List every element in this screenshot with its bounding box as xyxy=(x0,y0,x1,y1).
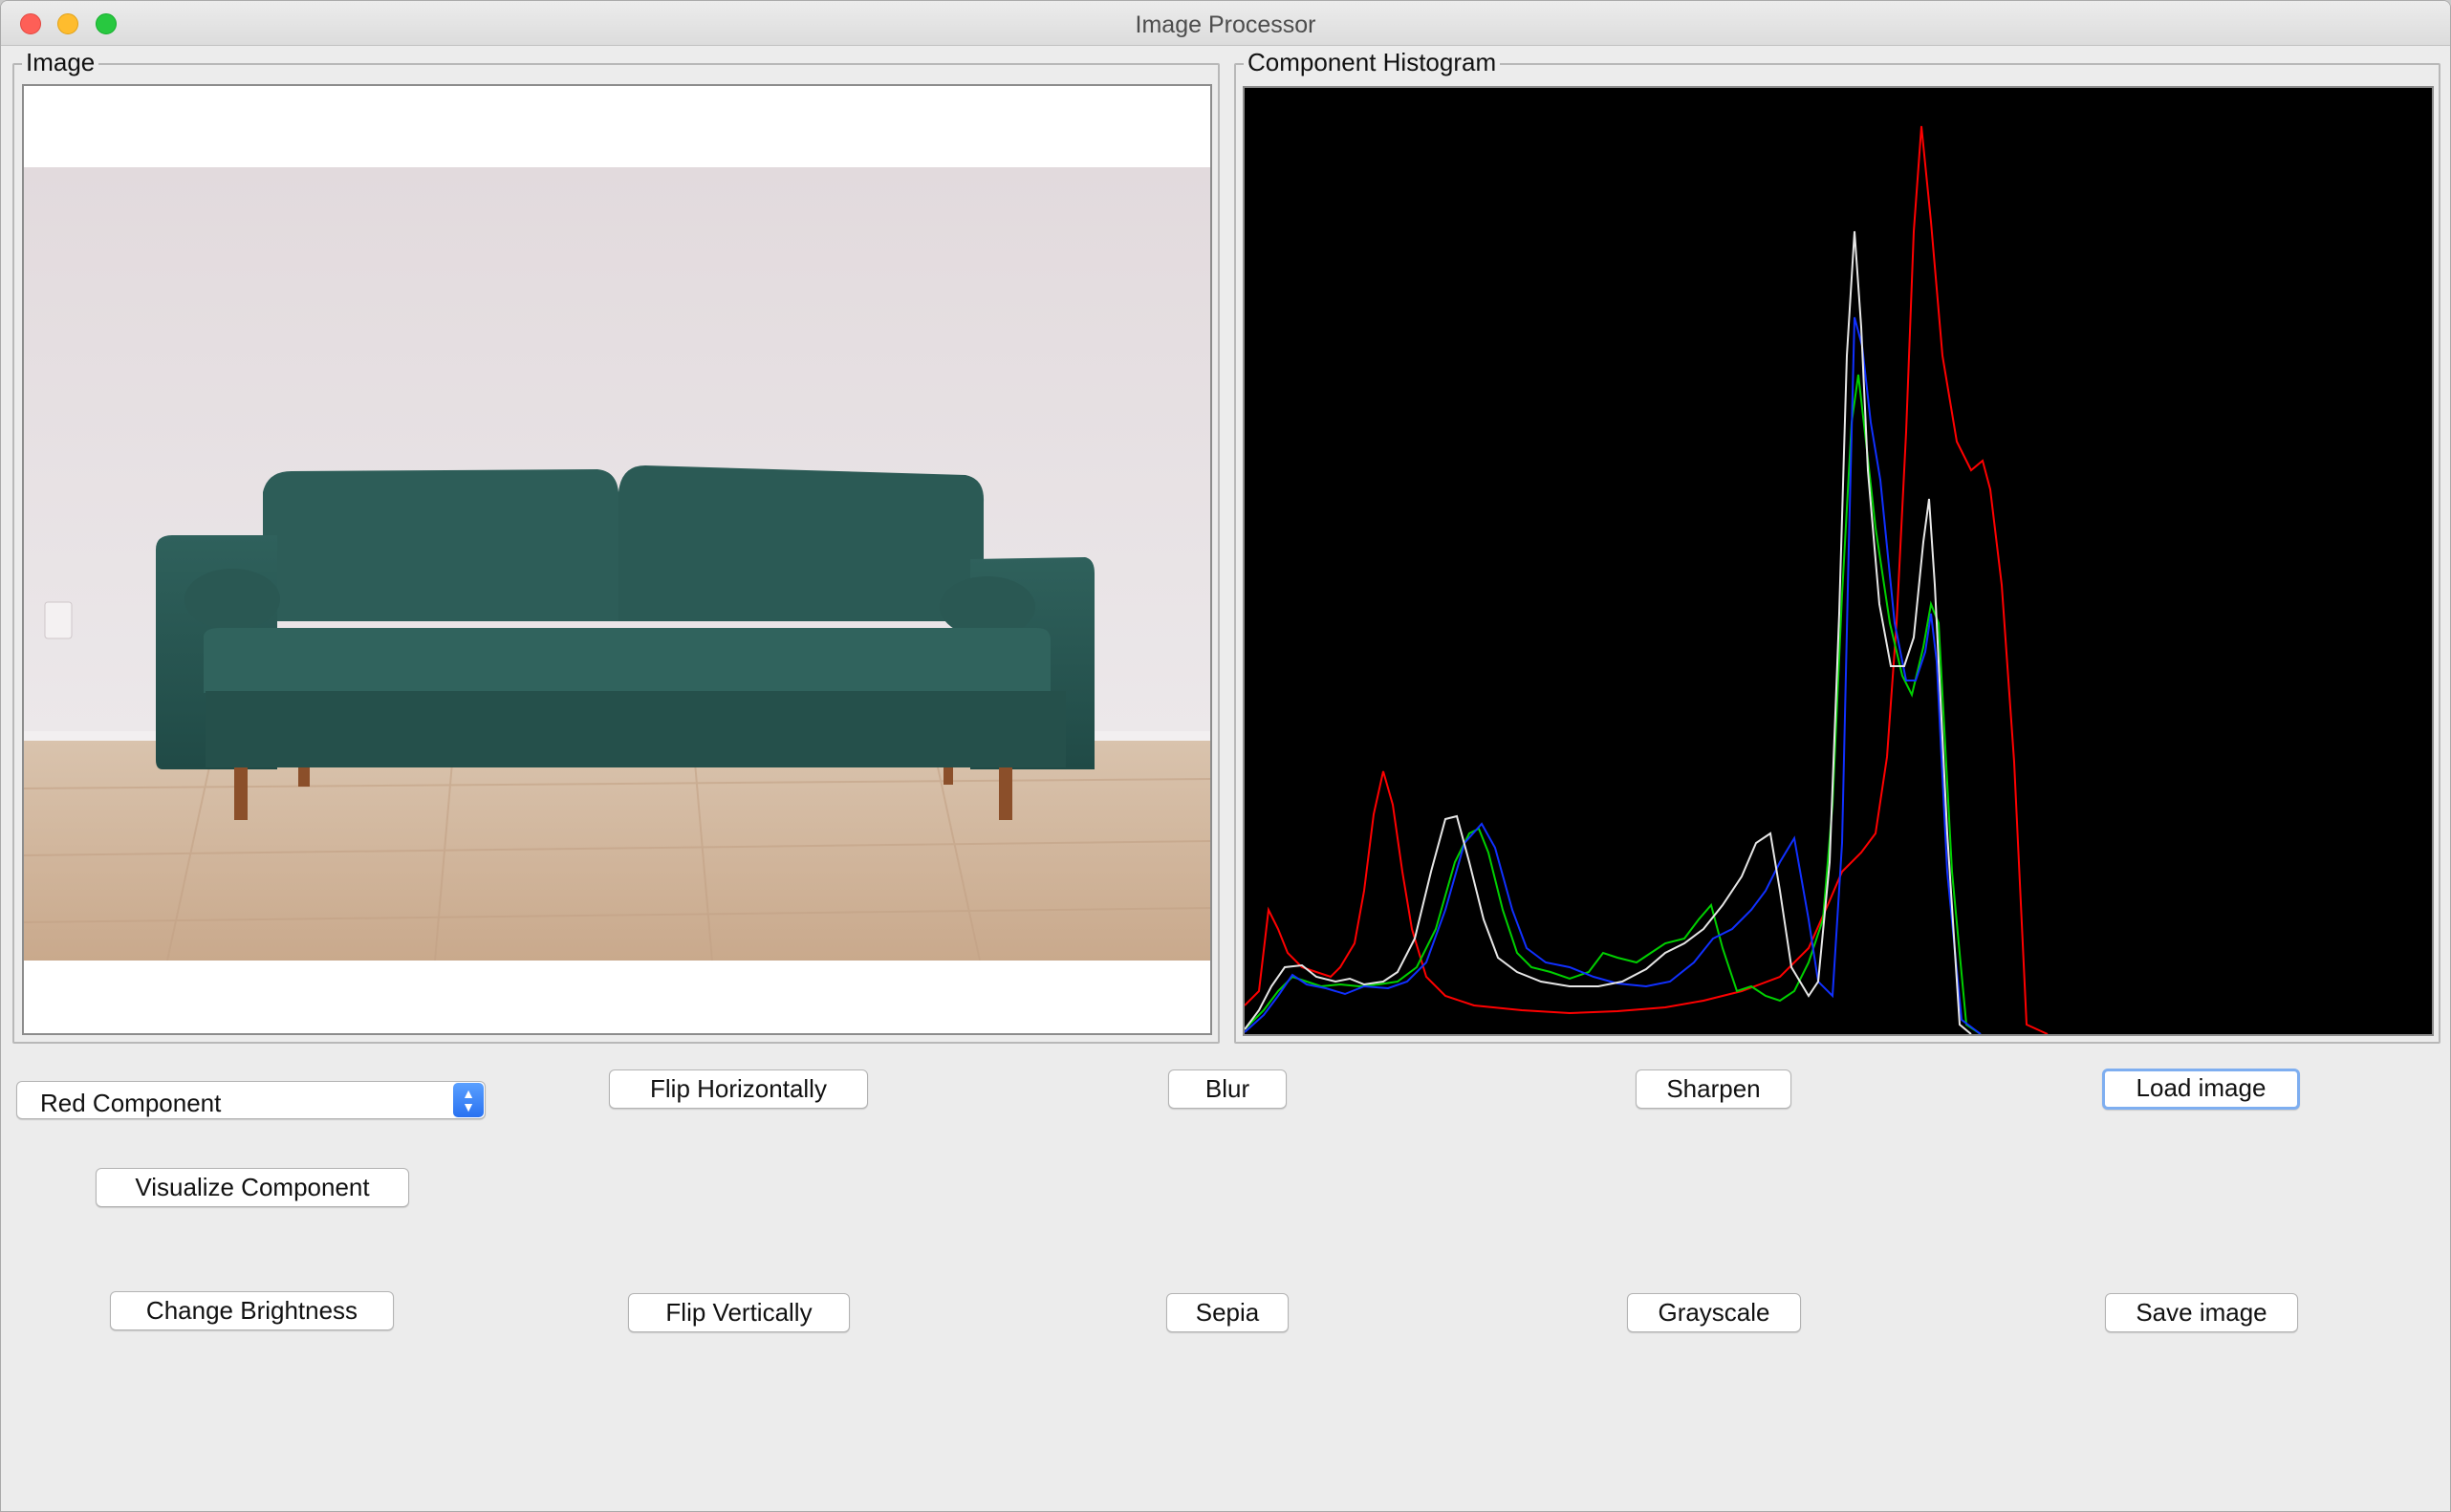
histogram-blue-line xyxy=(1244,316,1982,1035)
sofa-photo xyxy=(24,167,1210,961)
histogram-panel-label: Component Histogram xyxy=(1244,48,1501,77)
histogram-chart xyxy=(1244,125,2049,1035)
window-title: Image Processor xyxy=(1135,11,1316,38)
histogram-green-line xyxy=(1244,374,1982,1035)
sharpen-button[interactable]: Sharpen xyxy=(1636,1069,1791,1109)
histogram-view xyxy=(1243,86,2434,1036)
blur-button[interactable]: Blur xyxy=(1168,1069,1287,1109)
flip-vertically-button[interactable]: Flip Vertically xyxy=(628,1293,850,1332)
histogram-luminance-line xyxy=(1244,230,1972,1035)
save-image-button[interactable]: Save image xyxy=(2105,1293,2298,1332)
title-bar: Image Processor xyxy=(1,1,2450,46)
load-image-button[interactable]: Load image xyxy=(2102,1069,2300,1110)
image-panel: Image xyxy=(12,48,1220,1044)
histogram-panel: Component Histogram xyxy=(1234,48,2440,1044)
visualize-component-button[interactable]: Visualize Component xyxy=(96,1168,409,1207)
image-processor-window: Image Processor Image Component Histogra… xyxy=(0,0,2451,1512)
image-panel-label: Image xyxy=(22,48,99,77)
component-select[interactable]: Red Component ▲ ▼ xyxy=(16,1081,486,1119)
histogram-red-line xyxy=(1244,125,2049,1035)
select-chevron-icon: ▲ ▼ xyxy=(453,1083,484,1117)
grayscale-button[interactable]: Grayscale xyxy=(1627,1293,1801,1332)
sepia-button[interactable]: Sepia xyxy=(1166,1293,1289,1332)
component-select-value: Red Component xyxy=(40,1089,222,1117)
image-view xyxy=(22,84,1212,1035)
change-brightness-button[interactable]: Change Brightness xyxy=(110,1291,394,1330)
flip-horizontally-button[interactable]: Flip Horizontally xyxy=(609,1069,868,1109)
